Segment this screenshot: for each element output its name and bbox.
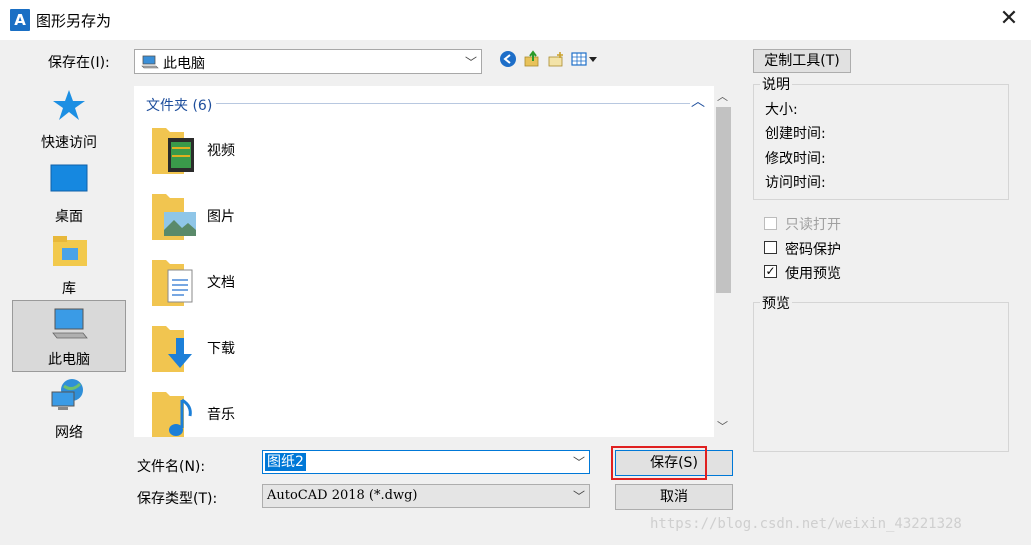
chevron-down-icon: ﹀ [464,55,477,69]
group-header[interactable]: 文件夹 (6) [146,95,212,115]
sidebar-item-quick-access[interactable]: 快速访问 [12,84,126,154]
chevron-down-icon: ﹀ [572,489,585,504]
filename-label: 文件名(N): [137,459,206,475]
size-label: 大小: [765,102,798,118]
save-in-combo[interactable]: 此电脑 ﹀ [134,49,482,74]
watermark-text: https://blog.csdn.net/weixin_43221328 [650,516,962,532]
star-icon [52,88,86,126]
sidebar-item-network[interactable]: 网络 [12,374,126,444]
custom-tools-button[interactable]: 定制工具(T) [753,49,851,73]
use-preview-checkbox[interactable]: ✓ [764,265,777,278]
window-title: 图形另存为 [36,12,112,30]
sidebar-item-label: 快速访问 [41,135,97,151]
file-name: 下载 [207,341,235,357]
documents-folder-icon [150,256,193,306]
autocad-app-icon: A [10,9,30,31]
computer-small-icon [141,54,159,74]
collapse-icon[interactable]: ︿ [691,91,705,111]
modified-label: 修改时间: [765,151,826,167]
pictures-folder-icon [150,190,196,240]
new-folder-icon [547,50,565,72]
cancel-button[interactable]: 取消 [615,484,733,510]
sidebar-item-label: 库 [62,281,76,297]
list-item[interactable]: 文档 [150,256,350,316]
up-folder-icon [523,50,541,72]
desktop-icon [50,164,88,198]
sidebar-item-library[interactable]: 库 [12,230,126,300]
scroll-down-arrow-icon[interactable]: ﹀ [717,418,728,434]
readonly-label: 只读打开 [785,217,841,233]
file-name: 视频 [207,143,235,159]
list-item[interactable]: 视频 [150,124,350,184]
chevron-down-icon: ﹀ [572,455,585,470]
sidebar-item-label: 网络 [55,425,83,441]
new-folder-button[interactable] [546,51,566,71]
sidebar-item-label: 此电脑 [48,352,90,368]
filetype-combo[interactable]: AutoCAD 2018 (*.dwg) ﹀ [262,484,590,508]
scrollbar-thumb[interactable] [716,107,731,293]
group-divider [216,103,690,104]
sidebar-item-label: 桌面 [55,209,83,225]
accessed-label: 访问时间: [765,175,826,191]
up-folder-button[interactable] [522,50,542,72]
file-name: 文档 [207,275,235,291]
music-folder-icon [150,388,192,437]
views-menu-button[interactable] [570,51,600,71]
preview-group [753,302,1009,452]
description-title: 说明 [760,74,792,94]
sidebar-item-desktop[interactable]: 桌面 [12,158,126,228]
file-list[interactable]: 文件夹 (6) ︿ 视频 图片 文档 下载 音乐 [134,86,714,437]
list-item[interactable]: 下载 [150,322,350,382]
places-sidebar: 快速访问 桌面 库 此电脑 网络 [10,76,128,529]
downloads-folder-icon [150,322,192,372]
file-name: 音乐 [207,407,235,423]
computer-icon [51,307,89,345]
list-item[interactable]: 音乐 [150,388,350,437]
sidebar-item-this-pc[interactable]: 此电脑 [12,300,126,372]
preview-title: 预览 [760,293,792,313]
close-button[interactable]: ✕ [996,6,1022,32]
save-in-label: 保存在(I): [48,55,110,71]
save-in-value: 此电脑 [163,56,205,72]
network-icon [50,378,88,416]
library-icon [52,234,88,272]
back-button[interactable] [498,51,518,71]
readonly-checkbox[interactable] [764,217,777,230]
highlight-annotation [611,446,707,480]
filetype-label: 保存类型(T): [137,491,218,507]
file-name: 图片 [207,209,235,225]
title-bar [0,0,1031,40]
views-menu-icon [571,51,599,71]
list-item[interactable]: 图片 [150,190,350,250]
video-folder-icon [150,124,194,174]
password-label: 密码保护 [785,242,841,258]
filename-input[interactable]: 图纸2 [265,453,306,471]
created-label: 创建时间: [765,126,826,142]
filetype-value: AutoCAD 2018 (*.dwg) [267,488,418,503]
back-arrow-icon [499,50,517,72]
password-checkbox[interactable] [764,241,777,254]
scroll-up-arrow-icon[interactable]: ︿ [717,88,728,104]
filename-combo[interactable]: 图纸2 ﹀ [262,450,590,474]
use-preview-label: 使用预览 [785,266,841,282]
